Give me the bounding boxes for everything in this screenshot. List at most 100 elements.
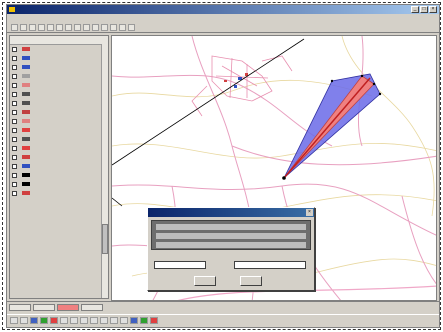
layer-symbol-icon <box>22 127 30 132</box>
tool-button[interactable] <box>101 24 108 31</box>
field1-input[interactable] <box>154 261 206 269</box>
tool-button[interactable] <box>65 24 72 31</box>
layer-item[interactable] <box>10 126 108 135</box>
layer-item[interactable] <box>10 72 108 81</box>
town-marker <box>245 73 248 76</box>
layer-item[interactable] <box>10 54 108 63</box>
layer-visibility-checkbox[interactable] <box>12 65 17 70</box>
draw-tool-button[interactable] <box>150 317 158 324</box>
layer-visibility-checkbox[interactable] <box>12 128 17 133</box>
layer-list <box>10 45 108 198</box>
maximize-button[interactable]: □ <box>420 6 428 13</box>
layer-item[interactable] <box>10 90 108 99</box>
font-color-button[interactable] <box>50 317 58 324</box>
leader-lines <box>112 38 305 207</box>
layer-visibility-checkbox[interactable] <box>12 182 17 187</box>
draw-tool-button[interactable] <box>120 317 128 324</box>
layer-visibility-checkbox[interactable] <box>12 92 17 97</box>
tool-button[interactable] <box>56 24 63 31</box>
layer-symbol-icon <box>22 163 30 168</box>
tool-button[interactable] <box>11 24 18 31</box>
layer-visibility-checkbox[interactable] <box>12 101 17 106</box>
close-button[interactable]: × <box>429 6 437 13</box>
minimize-button[interactable]: _ <box>411 6 419 13</box>
view-tab[interactable] <box>81 304 103 311</box>
draw-tool-button[interactable] <box>130 317 138 324</box>
tool-button[interactable] <box>38 24 45 31</box>
line-color-button[interactable] <box>40 317 48 324</box>
layer-symbol-icon <box>22 46 30 51</box>
layer-item[interactable] <box>10 63 108 72</box>
layer-item[interactable] <box>10 108 108 117</box>
draw-tool-button[interactable] <box>60 317 68 324</box>
layer-item[interactable] <box>10 45 108 54</box>
layer-visibility-checkbox[interactable] <box>12 56 17 61</box>
draw-tool-button[interactable] <box>70 317 78 324</box>
draw-tool-button[interactable] <box>90 317 98 324</box>
fill-color-button[interactable] <box>30 317 38 324</box>
fan-vertex <box>360 74 364 78</box>
layer-visibility-checkbox[interactable] <box>12 137 17 142</box>
tool-button[interactable] <box>119 24 126 31</box>
layer-visibility-checkbox[interactable] <box>12 47 17 52</box>
layer-visibility-checkbox[interactable] <box>12 191 17 196</box>
layer-visibility-checkbox[interactable] <box>12 164 17 169</box>
layer-symbol-icon <box>22 172 30 177</box>
view-tab[interactable] <box>33 304 55 311</box>
layer-symbol-icon <box>22 55 30 60</box>
tool-button[interactable] <box>74 24 81 31</box>
field2-input[interactable] <box>234 261 306 269</box>
layer-symbol-icon <box>22 154 30 159</box>
tool-button[interactable] <box>92 24 99 31</box>
layer-visibility-checkbox[interactable] <box>12 173 17 178</box>
draw-tool-button[interactable] <box>20 317 28 324</box>
draw-tool-button[interactable] <box>140 317 148 324</box>
view-tab[interactable] <box>9 304 31 311</box>
view-tab-active[interactable] <box>57 304 79 311</box>
tool-button[interactable] <box>83 24 90 31</box>
toc-scrollbar[interactable] <box>101 44 108 298</box>
layer-symbol-icon <box>22 91 30 96</box>
layer-visibility-checkbox[interactable] <box>12 74 17 79</box>
layer-visibility-checkbox[interactable] <box>12 83 17 88</box>
layer-item[interactable] <box>10 171 108 180</box>
window-controls: _ □ × <box>411 6 437 13</box>
town-marker <box>224 80 227 82</box>
layer-item[interactable] <box>10 144 108 153</box>
input-dialog: × <box>147 207 315 291</box>
tool-button[interactable] <box>20 24 27 31</box>
cancel-button[interactable] <box>240 276 262 286</box>
tool-button[interactable] <box>128 24 135 31</box>
tool-button[interactable] <box>29 24 36 31</box>
layer-item[interactable] <box>10 117 108 126</box>
layer-visibility-checkbox[interactable] <box>12 146 17 151</box>
draw-tool-button[interactable] <box>10 317 18 324</box>
layer-item[interactable] <box>10 162 108 171</box>
town-street <box>229 57 233 99</box>
tool-button[interactable] <box>110 24 117 31</box>
layer-item[interactable] <box>10 135 108 144</box>
tool-button[interactable] <box>47 24 54 31</box>
layer-visibility-checkbox[interactable] <box>12 119 17 124</box>
layer-visibility-checkbox[interactable] <box>12 155 17 160</box>
fan-vertex <box>378 92 382 96</box>
fan-vertex <box>372 82 376 86</box>
layer-symbol-icon <box>22 100 30 105</box>
contour-line <box>341 36 435 217</box>
app-icon <box>9 7 15 12</box>
scrollbar-thumb[interactable] <box>102 224 108 254</box>
draw-tool-button[interactable] <box>100 317 108 324</box>
layer-visibility-checkbox[interactable] <box>12 110 17 115</box>
draw-tool-button[interactable] <box>110 317 118 324</box>
town-marker <box>238 77 242 80</box>
layer-item[interactable] <box>10 81 108 90</box>
layer-item[interactable] <box>10 153 108 162</box>
layer-symbol-icon <box>22 82 30 87</box>
ok-button[interactable] <box>194 276 216 286</box>
dialog-close-button[interactable]: × <box>306 209 313 216</box>
layer-item[interactable] <box>10 180 108 189</box>
draw-tool-button[interactable] <box>80 317 88 324</box>
layer-item[interactable] <box>10 99 108 108</box>
layer-item[interactable] <box>10 189 108 198</box>
title-bar: _ □ × <box>7 5 439 14</box>
